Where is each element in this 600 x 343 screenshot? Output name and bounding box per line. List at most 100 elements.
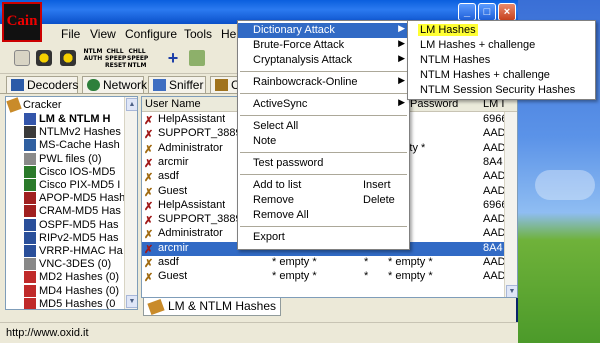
chll-reset-button[interactable]: CHLL SPEEP RESET bbox=[105, 48, 126, 70]
menu-separator bbox=[240, 71, 407, 72]
cell-c3: * bbox=[364, 270, 369, 283]
tree-item-label: VRRP-HMAC Ha bbox=[39, 245, 123, 257]
user-icon: ✗ bbox=[144, 215, 154, 227]
col-user-name[interactable]: User Name bbox=[145, 98, 201, 110]
hash-type-icon bbox=[24, 245, 36, 257]
add-icon[interactable]: + bbox=[165, 49, 181, 67]
tree-item-label: MD5 Hashes (0 bbox=[39, 297, 116, 310]
tree-scrollbar[interactable]: ▲ ▼ bbox=[124, 97, 137, 309]
scroll-down-icon[interactable]: ▼ bbox=[506, 285, 517, 297]
context-menu-item[interactable]: ActiveSync ▶ bbox=[238, 97, 409, 112]
menu-file[interactable]: File bbox=[61, 27, 80, 41]
poison-icon[interactable] bbox=[60, 50, 76, 66]
submenu-label: NTLM Hashes + challenge bbox=[420, 69, 550, 81]
radiation-icon[interactable] bbox=[36, 50, 52, 66]
context-menu-label: Brute-Force Attack bbox=[253, 39, 345, 51]
tab-cracker[interactable]: C bbox=[210, 76, 240, 93]
cell-user: SUPPORT_38894 bbox=[158, 213, 248, 226]
submenu-item[interactable]: NTLM Hashes bbox=[408, 53, 595, 68]
table-row[interactable]: ✗ Guest * empty * * * empty * AAD bbox=[142, 270, 517, 284]
context-menu-label: Remove All bbox=[253, 209, 309, 221]
context-menu-item[interactable]: Brute-Force Attack ▶ bbox=[238, 38, 409, 53]
context-menu-item[interactable]: Export bbox=[238, 230, 409, 245]
cracker-tree: Cracker LM & NTLM H NTLMv2 Hashes MS-Cache… bbox=[5, 96, 138, 310]
menu-separator bbox=[240, 93, 407, 94]
submenu-arrow-icon: ▶ bbox=[398, 23, 405, 33]
tree-item-label: Cisco IOS-MD5 bbox=[39, 165, 116, 178]
chll-ntlm-button[interactable]: CHLL SPEEP NTLM bbox=[127, 48, 148, 70]
cell-c2: * empty * bbox=[272, 256, 317, 268]
menu-tools[interactable]: Tools bbox=[184, 27, 212, 41]
cell-c4: * empty * bbox=[388, 256, 433, 268]
cell-user: asdf bbox=[158, 170, 179, 183]
table-scrollbar[interactable]: ▼ bbox=[504, 112, 517, 297]
tab-sniffer[interactable]: Sniffer bbox=[148, 76, 206, 93]
context-menu-item[interactable]: Add to list Insert bbox=[238, 178, 409, 193]
submenu-item[interactable]: LM Hashes bbox=[408, 23, 595, 38]
submenu-label: NTLM Session Security Hashes bbox=[420, 84, 576, 96]
cell-lm: AAD bbox=[483, 256, 506, 268]
scroll-up-icon[interactable]: ▲ bbox=[126, 98, 137, 111]
user-icon: ✗ bbox=[144, 272, 154, 284]
cell-user: arcmir bbox=[158, 241, 189, 254]
user-icon: ✗ bbox=[144, 143, 154, 155]
start-sniffer-icon[interactable] bbox=[14, 50, 30, 66]
user-icon: ✗ bbox=[144, 115, 154, 126]
scroll-down-icon[interactable]: ▼ bbox=[126, 295, 137, 308]
context-menu-label: Remove bbox=[253, 194, 294, 206]
recycle-icon[interactable] bbox=[189, 50, 205, 66]
context-menu-item[interactable]: Rainbowcrack-Online ▶ bbox=[238, 75, 409, 90]
cell-user: Administrator bbox=[158, 141, 223, 154]
hash-type-icon bbox=[24, 258, 36, 271]
context-menu: Dictionary Attack ▶ Brute-Force Attack ▶ Cry… bbox=[237, 20, 410, 250]
minimize-icon[interactable]: _ bbox=[458, 3, 476, 21]
context-menu-item[interactable]: Select All bbox=[238, 119, 409, 134]
hash-type-icon bbox=[24, 205, 36, 218]
maximize-icon[interactable]: □ bbox=[478, 3, 496, 21]
menu-view[interactable]: View bbox=[90, 27, 116, 41]
tab-network[interactable]: Network bbox=[82, 76, 147, 93]
close-icon[interactable]: × bbox=[498, 3, 516, 21]
user-icon: ✗ bbox=[144, 243, 154, 255]
submenu-arrow-icon: ▶ bbox=[398, 38, 405, 48]
cell-lm: AAD bbox=[483, 270, 506, 283]
cracker-icon bbox=[147, 298, 165, 316]
tab-decoders[interactable]: Decoders bbox=[6, 76, 78, 93]
context-menu-item[interactable]: Dictionary Attack ▶ bbox=[238, 23, 409, 38]
user-icon: ✗ bbox=[144, 258, 154, 269]
cell-user: SUPPORT_38894 bbox=[158, 127, 248, 140]
menu-configure[interactable]: Configure bbox=[125, 27, 177, 41]
tree-item-label: VNC-3DES (0) bbox=[39, 258, 112, 271]
decoder-icon bbox=[11, 79, 24, 91]
table-row[interactable]: ✗ asdf * empty * * * empty * AAD bbox=[142, 256, 517, 270]
dictionary-attack-submenu: LM Hashes LM Hashes + challenge NTLM Hashe… bbox=[407, 20, 596, 100]
cell-lm: AAD bbox=[483, 127, 506, 140]
context-menu-item[interactable]: Remove Delete bbox=[238, 193, 409, 208]
tree-item-label: LM & NTLM H bbox=[39, 113, 111, 125]
status-bar: http://www.oxid.it bbox=[0, 322, 518, 343]
tree-item-label: RIPv2-MD5 Has bbox=[39, 231, 119, 244]
context-menu-item[interactable]: Cryptanalysis Attack ▶ bbox=[238, 53, 409, 68]
cell-user: Guest bbox=[158, 184, 188, 197]
hash-type-icon bbox=[24, 165, 36, 178]
cell-user: asdf bbox=[158, 256, 179, 268]
ntlm-auth-button[interactable]: NTLM AUTH bbox=[83, 48, 103, 70]
app-logo: Cain bbox=[2, 2, 42, 42]
menu-separator bbox=[240, 174, 407, 175]
cracker-icon bbox=[215, 79, 228, 91]
context-menu-item[interactable]: Remove All bbox=[238, 208, 409, 223]
cell-c4: * empty * bbox=[388, 270, 433, 283]
context-menu-item[interactable]: Test password bbox=[238, 156, 409, 171]
bottom-tab-lm-ntlm[interactable]: LM & NTLM Hashes bbox=[143, 298, 281, 316]
submenu-item[interactable]: LM Hashes + challenge bbox=[408, 38, 595, 53]
context-menu-item[interactable]: Note bbox=[238, 134, 409, 149]
cell-user: HelpAssistant bbox=[158, 113, 226, 125]
tree-item-label: APOP-MD5 Hash bbox=[39, 192, 126, 205]
sniffer-icon bbox=[153, 79, 166, 91]
submenu-arrow-icon: ▶ bbox=[398, 97, 405, 107]
tree-item-label: NTLMv2 Hashes bbox=[39, 126, 121, 139]
tree-item-label: MD4 Hashes (0) bbox=[39, 284, 120, 297]
tree-item-label: CRAM-MD5 Has bbox=[39, 205, 121, 218]
submenu-item[interactable]: NTLM Hashes + challenge bbox=[408, 68, 595, 83]
submenu-item[interactable]: NTLM Session Security Hashes bbox=[408, 83, 595, 98]
